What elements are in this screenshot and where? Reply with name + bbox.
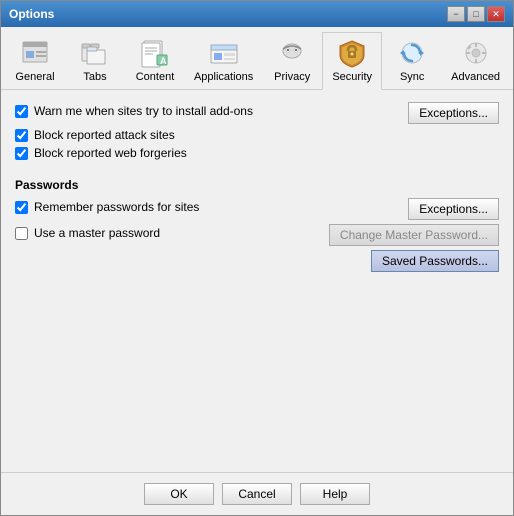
block-attack-row: Block reported attack sites (15, 128, 499, 142)
remember-passwords-checkbox-row: Remember passwords for sites (15, 200, 199, 214)
remember-passwords-row: Remember passwords for sites Exceptions.… (15, 198, 499, 220)
footer: OK Cancel Help (1, 472, 513, 515)
ok-button[interactable]: OK (144, 483, 214, 505)
tab-privacy-label: Privacy (274, 71, 310, 83)
security-icon (336, 37, 368, 69)
warn-addons-exceptions-button[interactable]: Exceptions... (408, 102, 499, 124)
cancel-button[interactable]: Cancel (222, 483, 292, 505)
master-password-row: Use a master password Change Master Pass… (15, 224, 499, 246)
saved-passwords-row: Saved Passwords... (15, 250, 499, 272)
title-bar: Options − □ ✕ (1, 1, 513, 27)
tab-content-label: Content (136, 71, 175, 83)
warn-addons-checkbox-row: Warn me when sites try to install add-on… (15, 104, 253, 118)
title-bar-controls: − □ ✕ (447, 6, 505, 22)
tab-applications-label: Applications (194, 71, 253, 83)
remember-passwords-label: Remember passwords for sites (34, 200, 199, 214)
master-password-checkbox-row: Use a master password (15, 226, 160, 240)
tab-general-label: General (15, 71, 54, 83)
tab-bar: General Tabs (1, 27, 513, 90)
options-window: Options − □ ✕ General (0, 0, 514, 516)
block-forgeries-row: Block reported web forgeries (15, 146, 499, 160)
general-icon (19, 37, 51, 69)
sync-icon (396, 37, 428, 69)
applications-icon (208, 37, 240, 69)
passwords-heading: Passwords (15, 178, 499, 192)
close-button[interactable]: ✕ (487, 6, 505, 22)
use-master-password-label: Use a master password (34, 226, 160, 240)
tab-content[interactable]: A Content (125, 32, 185, 90)
security-content: Warn me when sites try to install add-on… (1, 90, 513, 472)
window-title: Options (9, 7, 54, 21)
tab-tabs-label: Tabs (83, 71, 106, 83)
tab-sync[interactable]: Sync (382, 32, 442, 90)
content-icon: A (139, 37, 171, 69)
tab-advanced-label: Advanced (451, 71, 500, 83)
warn-addons-checkbox[interactable] (15, 105, 28, 118)
passwords-section: Passwords Remember passwords for sites E… (15, 174, 499, 276)
change-master-password-button[interactable]: Change Master Password... (329, 224, 499, 246)
maximize-button[interactable]: □ (467, 6, 485, 22)
minimize-button[interactable]: − (447, 6, 465, 22)
tab-sync-label: Sync (400, 71, 424, 83)
tab-general[interactable]: General (5, 32, 65, 90)
passwords-exceptions-button[interactable]: Exceptions... (408, 198, 499, 220)
svg-text:A: A (160, 56, 167, 66)
block-forgeries-checkbox[interactable] (15, 147, 28, 160)
tabs-icon (79, 37, 111, 69)
help-button[interactable]: Help (300, 483, 370, 505)
remember-passwords-checkbox[interactable] (15, 201, 28, 214)
tab-advanced[interactable]: Advanced (442, 32, 509, 90)
tab-security[interactable]: Security (322, 32, 382, 90)
warn-addons-row: Warn me when sites try to install add-on… (15, 102, 499, 124)
tab-applications[interactable]: Applications (185, 32, 262, 90)
warn-addons-label: Warn me when sites try to install add-on… (34, 104, 253, 118)
advanced-icon (460, 37, 492, 69)
block-attack-label: Block reported attack sites (34, 128, 175, 142)
block-attack-checkbox[interactable] (15, 129, 28, 142)
tab-security-label: Security (332, 71, 372, 83)
privacy-icon (276, 37, 308, 69)
tab-privacy[interactable]: Privacy (262, 32, 322, 90)
use-master-password-checkbox[interactable] (15, 227, 28, 240)
block-forgeries-label: Block reported web forgeries (34, 146, 187, 160)
tab-tabs[interactable]: Tabs (65, 32, 125, 90)
saved-passwords-button[interactable]: Saved Passwords... (371, 250, 499, 272)
